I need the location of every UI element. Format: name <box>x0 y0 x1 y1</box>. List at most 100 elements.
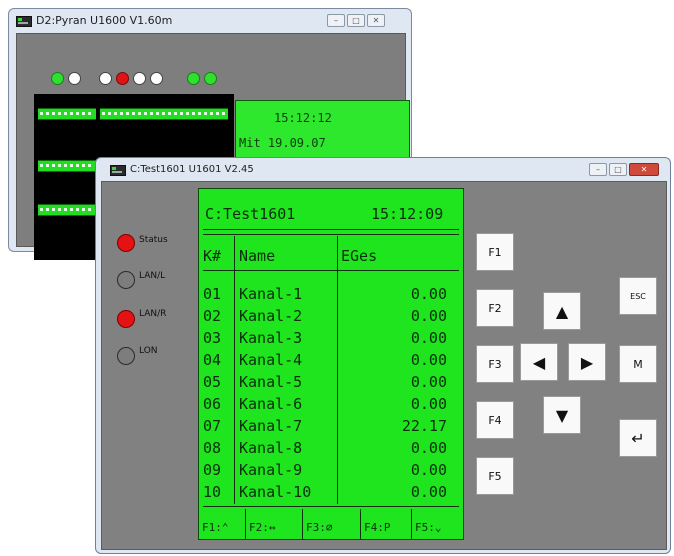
lcd-row-eges: 0.00 <box>410 373 447 391</box>
left-arrow-button[interactable]: ◀ <box>520 343 558 381</box>
lcd-divider <box>203 229 459 230</box>
f4-button[interactable]: F4 <box>476 401 514 439</box>
lcd-row-name: Kanal-10 <box>239 483 312 501</box>
mini-display: 15:12:12 Mit 19.09.07 <box>235 100 410 165</box>
lcd-col-k-header: K# <box>203 247 222 265</box>
lcd-column-rule <box>302 509 303 539</box>
front-window-title: C:Test1601 U1601 V2.45 <box>130 164 254 175</box>
back-window-titlebar[interactable]: D2:Pyran U1600 V1.60m – □ ✕ <box>9 9 411 33</box>
led-indicator <box>133 72 146 85</box>
enter-button[interactable]: ↵ <box>619 419 657 457</box>
mini-display-time: 15:12:12 <box>274 111 332 125</box>
lcd-row-eges: 0.00 <box>410 395 447 413</box>
lcd-row-name: Kanal-6 <box>239 395 303 413</box>
lcd-row-name: Kanal-7 <box>239 417 303 435</box>
led-indicator <box>99 72 112 85</box>
lcd-column-rule <box>411 509 412 539</box>
lcd-row-k: 01 <box>203 285 222 303</box>
minimize-icon[interactable]: – <box>589 163 607 176</box>
maximize-icon[interactable]: □ <box>609 163 627 176</box>
lcd-divider <box>203 234 459 235</box>
lcd-row-eges: 0.00 <box>410 461 447 479</box>
lcd-column-rule <box>245 509 246 539</box>
lcd-row-eges: 0.00 <box>410 439 447 457</box>
lcd-row-k: 03 <box>203 329 222 347</box>
lcd-row-name: Kanal-5 <box>239 373 303 391</box>
app-icon <box>110 165 126 176</box>
lcd-row-eges: 0.00 <box>410 351 447 369</box>
lcd-display: C:Test1601 15:12:09 K# Name EGes 01 Kanal… <box>198 188 464 540</box>
terminal-strip <box>38 204 96 216</box>
terminal-strip <box>38 160 96 172</box>
softkey-f4-label: F4:P <box>364 521 391 534</box>
lcd-row-eges: 0.00 <box>410 285 447 303</box>
f2-button[interactable]: F2 <box>476 289 514 327</box>
front-window-controls: – □ ✕ <box>587 163 659 176</box>
lcd-row-name: Kanal-1 <box>239 285 303 303</box>
f1-button[interactable]: F1 <box>476 233 514 271</box>
lcd-column-rule <box>234 236 235 504</box>
led-indicator <box>204 72 217 85</box>
front-window-client: Status LAN/L LAN/R LON C:Test1601 15:12:… <box>101 181 667 550</box>
softkey-f1-label: F1:⌃ <box>202 521 229 534</box>
terminal-strip <box>38 108 96 120</box>
lcd-row-name: Kanal-4 <box>239 351 303 369</box>
lcd-row-k: 09 <box>203 461 222 479</box>
front-window: C:Test1601 U1601 V2.45 – □ ✕ Status LAN/… <box>95 157 671 554</box>
lcd-row-eges: 0.00 <box>410 307 447 325</box>
lcd-row-k: 05 <box>203 373 222 391</box>
led-indicator <box>51 72 64 85</box>
mini-display-date: Mit 19.09.07 <box>239 136 326 150</box>
maximize-icon[interactable]: □ <box>347 14 365 27</box>
led-indicator <box>68 72 81 85</box>
lcd-row-eges: 0.00 <box>410 483 447 501</box>
lcd-title: C:Test1601 <box>205 205 296 223</box>
lcd-row-k: 02 <box>203 307 222 325</box>
app-icon <box>16 16 32 27</box>
f3-button[interactable]: F3 <box>476 345 514 383</box>
lcd-divider <box>203 506 459 507</box>
lcd-col-eges-header: EGes <box>341 247 378 265</box>
right-arrow-button[interactable]: ▶ <box>568 343 606 381</box>
close-icon[interactable]: ✕ <box>629 163 659 176</box>
lcd-row-k: 07 <box>203 417 222 435</box>
up-arrow-button[interactable]: ▲ <box>543 292 581 330</box>
back-window-title: D2:Pyran U1600 V1.60m <box>36 14 173 27</box>
lcd-column-rule <box>360 509 361 539</box>
lcd-row-eges: 0.00 <box>410 329 447 347</box>
lcd-row-k: 06 <box>203 395 222 413</box>
lan-r-led <box>117 310 135 328</box>
lcd-time: 15:12:09 <box>371 205 444 223</box>
lcd-row-name: Kanal-9 <box>239 461 303 479</box>
lcd-column-rule <box>337 236 338 504</box>
status-led-label: Status <box>139 235 168 245</box>
softkey-f5-label: F5:⌄ <box>415 521 442 534</box>
lon-led-label: LON <box>139 346 158 356</box>
lcd-row-name: Kanal-3 <box>239 329 303 347</box>
close-icon[interactable]: ✕ <box>367 14 385 27</box>
lcd-divider <box>203 270 459 271</box>
lcd-row-k: 10 <box>203 483 222 501</box>
lcd-row-name: Kanal-8 <box>239 439 303 457</box>
down-arrow-button[interactable]: ▼ <box>543 396 581 434</box>
back-window-controls: – □ ✕ <box>325 14 385 27</box>
lan-l-led-label: LAN/L <box>139 271 166 281</box>
esc-button[interactable]: ESC <box>619 277 657 315</box>
softkey-f2-label: F2:↔ <box>249 521 276 534</box>
led-indicator <box>150 72 163 85</box>
terminal-strip <box>100 108 228 120</box>
lcd-row-k: 04 <box>203 351 222 369</box>
led-indicator <box>187 72 200 85</box>
lcd-row-k: 08 <box>203 439 222 457</box>
minimize-icon[interactable]: – <box>327 14 345 27</box>
lon-led <box>117 347 135 365</box>
softkey-f3-label: F3:⌀ <box>306 521 333 534</box>
lan-l-led <box>117 271 135 289</box>
lcd-row-name: Kanal-2 <box>239 307 303 325</box>
status-led <box>117 234 135 252</box>
f5-button[interactable]: F5 <box>476 457 514 495</box>
lcd-row-eges: 22.17 <box>401 417 447 435</box>
led-indicator <box>116 72 129 85</box>
lcd-col-name-header: Name <box>239 247 276 265</box>
m-button[interactable]: M <box>619 345 657 383</box>
